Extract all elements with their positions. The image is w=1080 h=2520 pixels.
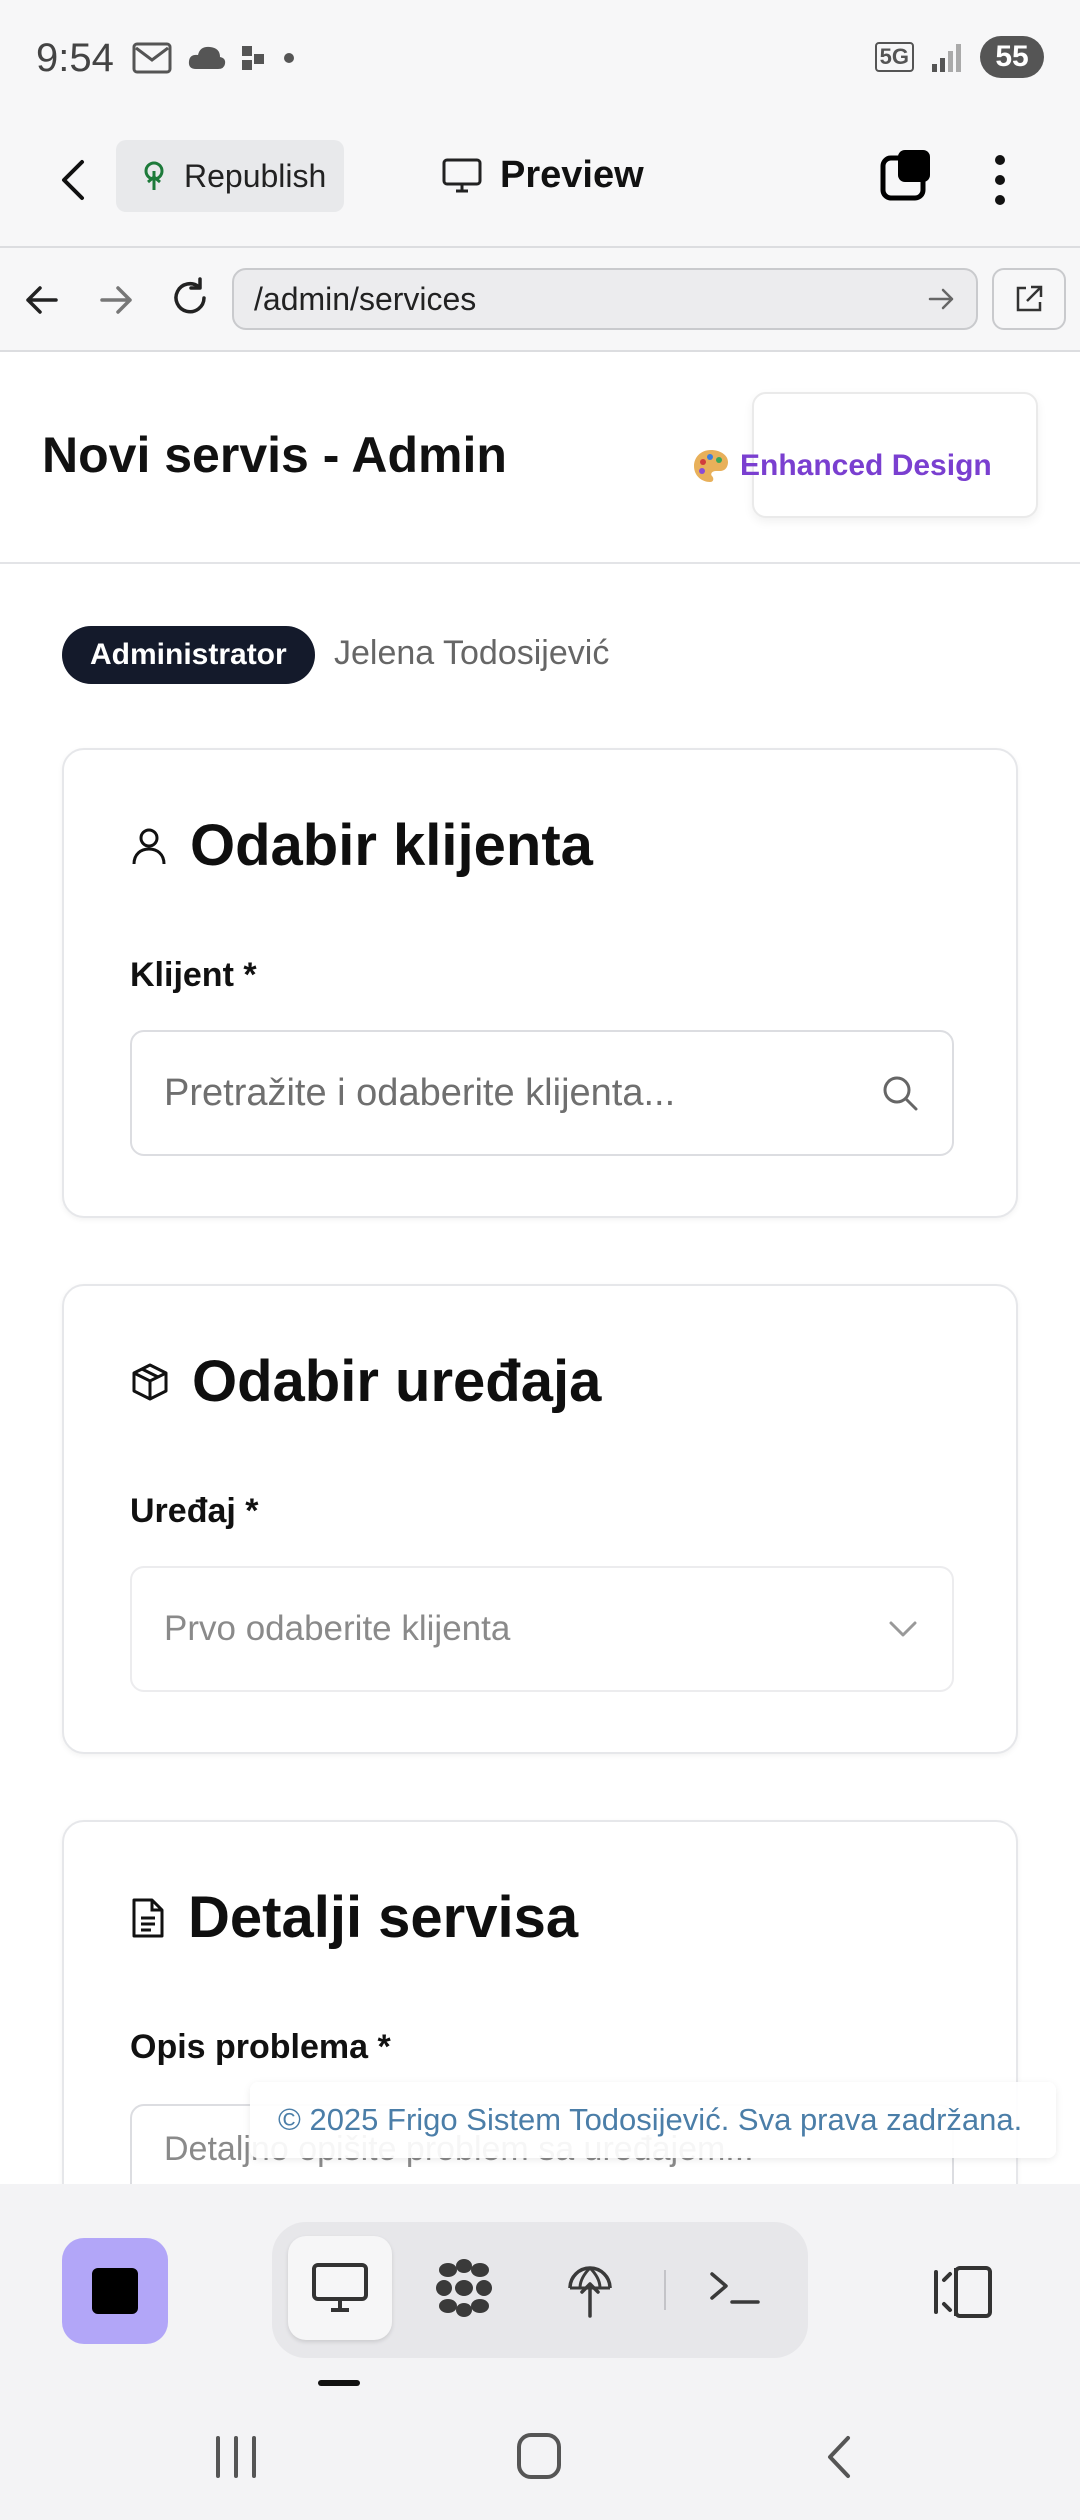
preview-label: Preview bbox=[500, 154, 644, 196]
device-field-label: Uređaj * bbox=[130, 1492, 259, 1530]
client-search-input[interactable]: Pretražite i odaberite klijenta... bbox=[130, 1030, 954, 1156]
user-icon bbox=[132, 828, 166, 864]
details-card-heading: Detalji servisa bbox=[130, 1884, 578, 1951]
document-icon bbox=[132, 1898, 164, 1937]
role-badge: Administrator bbox=[62, 626, 315, 684]
monitor-icon bbox=[312, 2263, 368, 2312]
page-title: Novi servis - Admin bbox=[42, 427, 507, 483]
enhanced-design-button[interactable]: Enhanced Design bbox=[692, 448, 992, 484]
system-back-icon[interactable] bbox=[818, 2432, 858, 2482]
palette-icon bbox=[694, 450, 728, 482]
device-card-heading: Odabir uređaja bbox=[130, 1348, 601, 1415]
open-external-button[interactable] bbox=[992, 268, 1066, 330]
client-field-label: Klijent * bbox=[130, 956, 257, 994]
apps-grid-icon bbox=[436, 2259, 492, 2317]
signal-icon bbox=[932, 44, 961, 72]
publish-mode-button[interactable] bbox=[538, 2236, 642, 2340]
console-mode-button[interactable] bbox=[684, 2236, 788, 2340]
reload-icon[interactable] bbox=[168, 276, 212, 320]
preview-title[interactable]: Preview bbox=[442, 154, 644, 197]
url-input[interactable]: /admin/services bbox=[232, 268, 978, 330]
status-time: 9:54 bbox=[36, 36, 114, 80]
browser-forward-icon[interactable] bbox=[96, 280, 136, 320]
bottom-toolbar bbox=[0, 2184, 1080, 2398]
status-notification-icons bbox=[132, 40, 296, 76]
battery-icon: 55 bbox=[980, 36, 1044, 78]
device-select[interactable]: Prvo odaberite klijenta bbox=[130, 1566, 954, 1692]
network-type-icon: 5G bbox=[874, 42, 914, 72]
back-arrow-icon[interactable] bbox=[54, 156, 94, 204]
chevron-down-icon bbox=[889, 1621, 917, 1637]
status-bar: 9:54 5G 55 bbox=[0, 0, 1080, 118]
device-selection-card: Odabir uređaja Uređaj * Prvo odaberite k… bbox=[62, 1284, 1018, 1754]
system-navigation-bar bbox=[0, 2398, 1080, 2520]
monitor-icon bbox=[442, 158, 482, 192]
cloud-icon bbox=[188, 46, 226, 69]
package-icon bbox=[132, 1363, 168, 1400]
go-arrow-icon[interactable] bbox=[926, 284, 956, 314]
home-icon[interactable] bbox=[514, 2430, 564, 2482]
client-card-title: Odabir klijenta bbox=[190, 813, 593, 878]
toolbar-divider bbox=[664, 2270, 666, 2310]
active-mode-indicator bbox=[318, 2380, 360, 2386]
more-notifications-dot-icon bbox=[284, 53, 294, 63]
enhanced-design-label: Enhanced Design bbox=[740, 449, 992, 482]
recent-apps-icon[interactable] bbox=[212, 2432, 260, 2482]
copyright-footer: © 2025 Frigo Sistem Todosijević. Sva pra… bbox=[250, 2082, 1056, 2158]
publish-tree-icon bbox=[144, 161, 164, 190]
republish-label: Republish bbox=[184, 157, 327, 194]
app-bar: Republish Preview bbox=[0, 118, 1080, 246]
stop-button[interactable] bbox=[62, 2238, 168, 2344]
panel-toggle-icon[interactable] bbox=[930, 2264, 996, 2320]
search-icon bbox=[883, 1076, 918, 1111]
view-mode-switcher bbox=[272, 2222, 808, 2358]
app-notification-icon bbox=[242, 46, 264, 70]
tabs-switcher-icon[interactable] bbox=[880, 148, 932, 204]
device-select-placeholder: Prvo odaberite klijenta bbox=[164, 1609, 511, 1648]
preview-mode-button[interactable] bbox=[288, 2236, 392, 2340]
client-card-heading: Odabir klijenta bbox=[130, 812, 593, 879]
problem-description-label: Opis problema * bbox=[130, 2028, 391, 2066]
more-vertical-icon[interactable] bbox=[986, 152, 1014, 208]
device-card-title: Odabir uređaja bbox=[192, 1349, 602, 1414]
page-header: Novi servis - Admin Enhanced Design bbox=[0, 352, 1080, 564]
user-name: Jelena Todosijević bbox=[334, 634, 610, 672]
workspace-mode-button[interactable] bbox=[412, 2236, 516, 2340]
republish-button[interactable]: Republish bbox=[116, 140, 344, 212]
client-selection-card: Odabir klijenta Klijent * Pretražite i o… bbox=[62, 748, 1018, 1218]
details-card-title: Detalji servisa bbox=[188, 1885, 579, 1950]
terminal-icon bbox=[710, 2272, 760, 2304]
service-details-card: Detalji servisa Opis problema * Detaljno… bbox=[62, 1820, 1018, 2264]
stop-icon bbox=[92, 2268, 138, 2314]
publish-globe-icon bbox=[568, 2266, 612, 2318]
url-bar: /admin/services bbox=[0, 246, 1080, 352]
client-search-placeholder: Pretražite i odaberite klijenta... bbox=[164, 1071, 676, 1114]
external-link-icon bbox=[1016, 285, 1043, 312]
browser-back-icon[interactable] bbox=[22, 280, 62, 320]
mail-notification-icon bbox=[132, 42, 172, 74]
url-text: /admin/services bbox=[254, 280, 477, 317]
